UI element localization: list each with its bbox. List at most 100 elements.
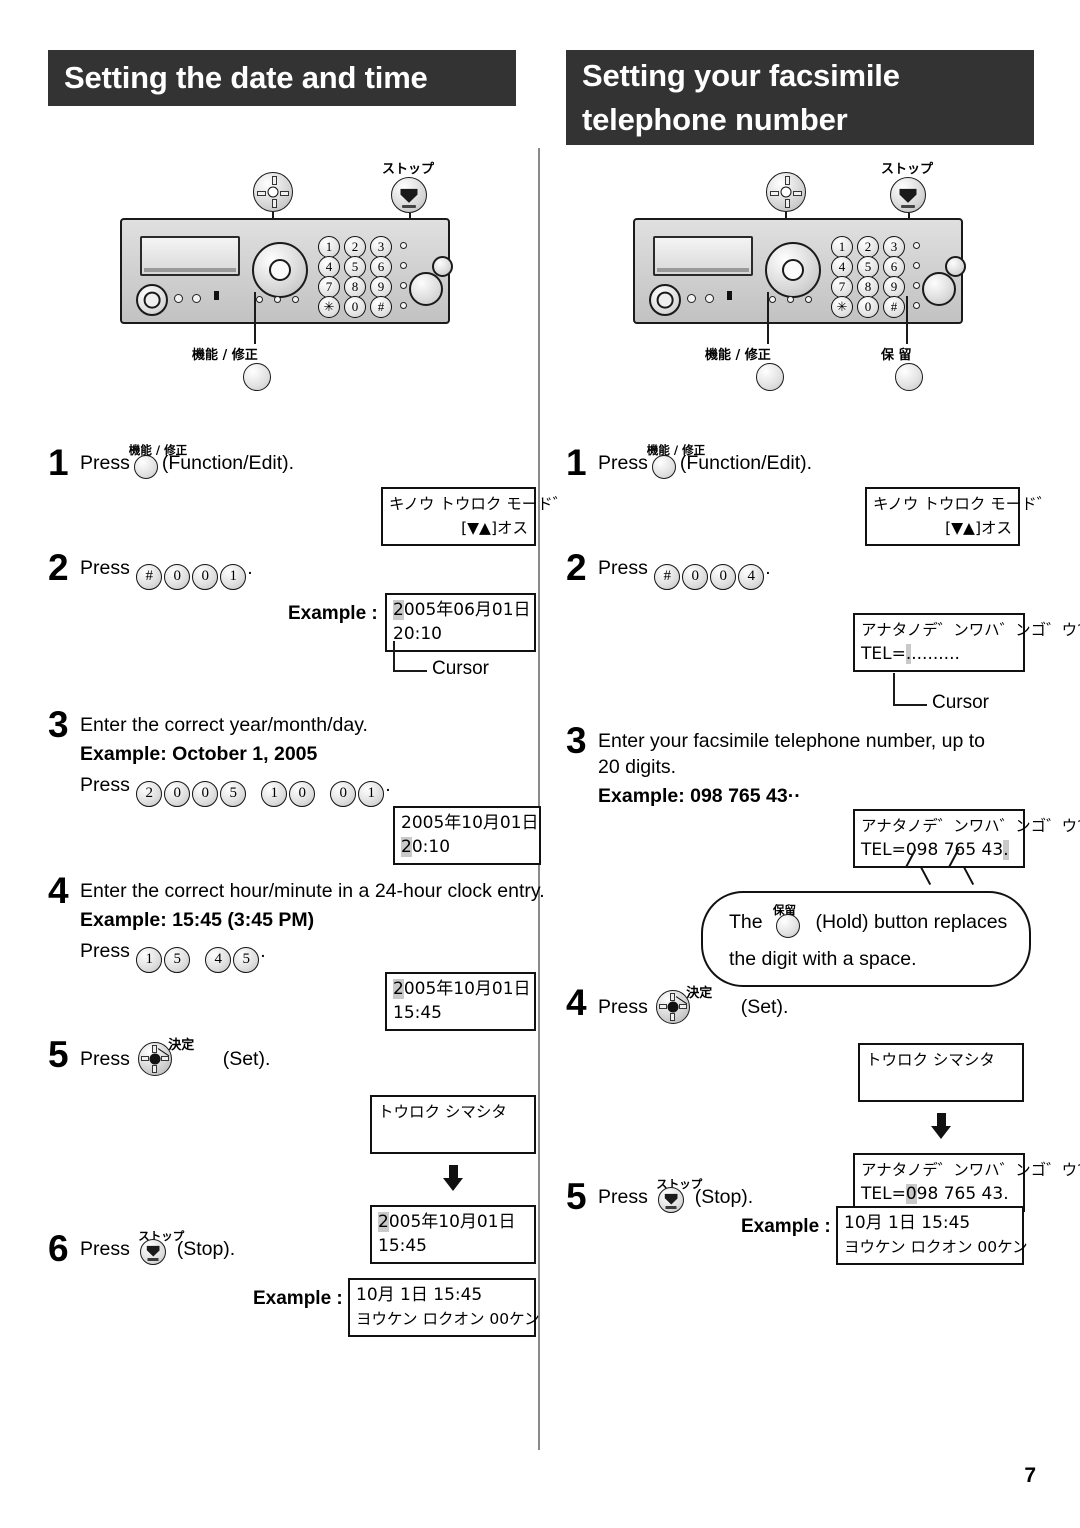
keypad-key-5[interactable]: 5 <box>344 256 366 278</box>
left-step-4-key-5b[interactable]: 5 <box>233 947 260 973</box>
left-step-2-key-hash[interactable]: # <box>136 564 163 590</box>
left-step-4-key-1[interactable]: 1 <box>136 947 163 973</box>
left-step-2-text: Press #0 0 1. <box>80 555 538 590</box>
right-step-2-key-hash[interactable]: # <box>654 564 681 590</box>
left-step-6-lcd-line1: 10月 1日 15:45 <box>356 1285 483 1305</box>
function-edit-inline-button[interactable]: 機能 / 修正 <box>129 443 187 479</box>
keypad-key-4-right[interactable]: 4 <box>831 256 853 278</box>
left-step-3-key-2[interactable]: 2 <box>136 781 163 807</box>
keypad-key-0-right[interactable]: 0 <box>857 296 879 318</box>
left-step-3-key-5[interactable]: 5 <box>220 781 247 807</box>
right-column: ストップ 1 2 3 4 5 6 7 8 9 ✳ 0 # 機能 / 修正 保 留… <box>558 150 1080 1265</box>
right-step-3-lcd-cursor: . <box>1003 840 1009 860</box>
section-header-left-title: Setting the date and time <box>64 60 428 95</box>
left-step-2-press-label: Press <box>80 557 130 579</box>
right-step-5-press-label: Press <box>598 1186 648 1208</box>
machine-lcd-screen <box>140 236 240 276</box>
volume-knob-inner-right <box>656 291 674 309</box>
keypad-key-7-right[interactable]: 7 <box>831 276 853 298</box>
keypad-key-3-right[interactable]: 3 <box>883 236 905 258</box>
right-step-3-number: 3 <box>566 720 587 761</box>
hold-button-label: 保 留 <box>881 348 912 363</box>
right-step-5-number: 5 <box>566 1176 587 1217</box>
status-led-2-right <box>705 294 714 303</box>
left-step-4-key-4[interactable]: 4 <box>205 947 232 973</box>
right-step-2-period: . <box>765 557 771 579</box>
keypad-key-1[interactable]: 1 <box>318 236 340 258</box>
left-step-2: 2 Press #0 0 1. Example : 2005年06月01日 20:1… <box>48 549 538 679</box>
nav-up-arrow-icon-right <box>784 176 790 185</box>
keypad-key-star-right[interactable]: ✳ <box>831 296 853 318</box>
callout-mid-text: (Hold) button replaces <box>815 911 1008 933</box>
indicator-mark <box>214 291 219 300</box>
keypad-key-6[interactable]: 6 <box>370 256 392 278</box>
function-led <box>256 296 263 303</box>
keypad-key-5-right[interactable]: 5 <box>857 256 879 278</box>
left-step-3-key-0a[interactable]: 0 <box>164 781 191 807</box>
right-step-2-number: 2 <box>566 547 587 588</box>
right-step-1-text: Press 機能 / 修正 (Function/Edit). <box>598 443 1046 479</box>
keypad-key-hash[interactable]: # <box>370 296 392 318</box>
keypad-key-2[interactable]: 2 <box>344 236 366 258</box>
left-step-3-lcd-line2: 20:10 <box>401 835 533 859</box>
right-step-3: 3 Enter your facsimile telephone number,… <box>566 722 1080 987</box>
keypad-key-0[interactable]: 0 <box>344 296 366 318</box>
stop-inline-bar-icon <box>147 1258 159 1261</box>
left-step-6-lcd: 10月 1日 15:45 ヨウケン ロクオン 00ケン <box>348 1278 540 1337</box>
right-step-4-lcd-1: トウロク シマシタ <box>858 1043 1024 1102</box>
right-step-3-lcd: アナタノデ゛ンワハ゛ンゴ゛ウ? TEL=098 765 43. <box>853 809 1080 868</box>
control-panel: 1 2 3 4 5 6 7 8 9 ✳ 0 # <box>120 218 453 324</box>
space-pointer-1b <box>920 866 932 885</box>
left-step-3-key-0c[interactable]: 0 <box>289 781 316 807</box>
left-step-2-key-1[interactable]: 1 <box>220 564 247 590</box>
keypad-key-hash-right[interactable]: # <box>883 296 905 318</box>
set-nav-center-icon-right <box>667 1001 679 1013</box>
left-step-4-key-5[interactable]: 5 <box>164 947 191 973</box>
panel-led-2-right <box>787 296 794 303</box>
keypad-key-6-right[interactable]: 6 <box>883 256 905 278</box>
keypad-key-9-right[interactable]: 9 <box>883 276 905 298</box>
callout-line2: the digit with a space. <box>729 948 917 970</box>
stop-inline-button-right[interactable]: ストップ <box>656 1177 702 1213</box>
keypad-led-2-right <box>913 262 920 269</box>
keypad-key-9[interactable]: 9 <box>370 276 392 298</box>
right-step-2-key-0b[interactable]: 0 <box>710 564 737 590</box>
left-step-3-key-1b[interactable]: 1 <box>358 781 385 807</box>
right-step-1-number: 1 <box>566 442 587 483</box>
speaker-icon-small <box>432 256 453 277</box>
hold-inline-button[interactable]: 保留 <box>773 903 801 938</box>
left-step-3-key-0d[interactable]: 0 <box>330 781 357 807</box>
navigation-dial-center-right <box>782 259 804 281</box>
left-step-2-key-0a[interactable]: 0 <box>164 564 191 590</box>
left-step-3-period: . <box>385 774 391 796</box>
left-step-5: 5 Press 決定 (Set). トウロク シマシタ 2005年10月01日 … <box>48 1036 538 1264</box>
stop-inline-button[interactable]: ストップ <box>138 1229 184 1265</box>
keypad-key-8-right[interactable]: 8 <box>857 276 879 298</box>
keypad-key-3[interactable]: 3 <box>370 236 392 258</box>
keypad-key-7[interactable]: 7 <box>318 276 340 298</box>
keypad-key-star[interactable]: ✳ <box>318 296 340 318</box>
stop-button-label-right: ストップ <box>881 162 934 177</box>
right-step-2-text: Press #0 0 4. <box>598 555 1046 590</box>
keypad-key-2-right[interactable]: 2 <box>857 236 879 258</box>
left-step-3-lcd-line1: 2005年10月01日 <box>401 813 539 833</box>
nav-left-arrow-icon-right <box>770 190 779 196</box>
keypad-key-4[interactable]: 4 <box>318 256 340 278</box>
left-step-3-key-0b[interactable]: 0 <box>192 781 219 807</box>
keypad-led-1-right <box>913 242 920 249</box>
set-inline-nav-button[interactable]: 決定 <box>138 1038 194 1076</box>
stop-hex-icon <box>400 188 418 203</box>
right-step-2-lcd-rest: ......... <box>911 644 960 664</box>
left-step-2-key-0b[interactable]: 0 <box>192 564 219 590</box>
set-inline-nav-button-right[interactable]: 決定 <box>656 986 712 1024</box>
right-step-2-key-4[interactable]: 4 <box>738 564 765 590</box>
right-step-2-key-0a[interactable]: 0 <box>682 564 709 590</box>
keypad-key-1-right[interactable]: 1 <box>831 236 853 258</box>
right-step-1-press-label: Press <box>598 452 648 474</box>
left-step-3-key-1[interactable]: 1 <box>261 781 288 807</box>
function-edit-inline-button-right[interactable]: 機能 / 修正 <box>647 443 705 479</box>
flow-arrow-shaft-right <box>936 1113 946 1127</box>
keypad-key-8[interactable]: 8 <box>344 276 366 298</box>
section-header-right-title-line1: Setting your facsimile <box>582 58 900 93</box>
right-step-3-lcd-prefix: TEL=098 765 43 <box>861 840 1004 860</box>
